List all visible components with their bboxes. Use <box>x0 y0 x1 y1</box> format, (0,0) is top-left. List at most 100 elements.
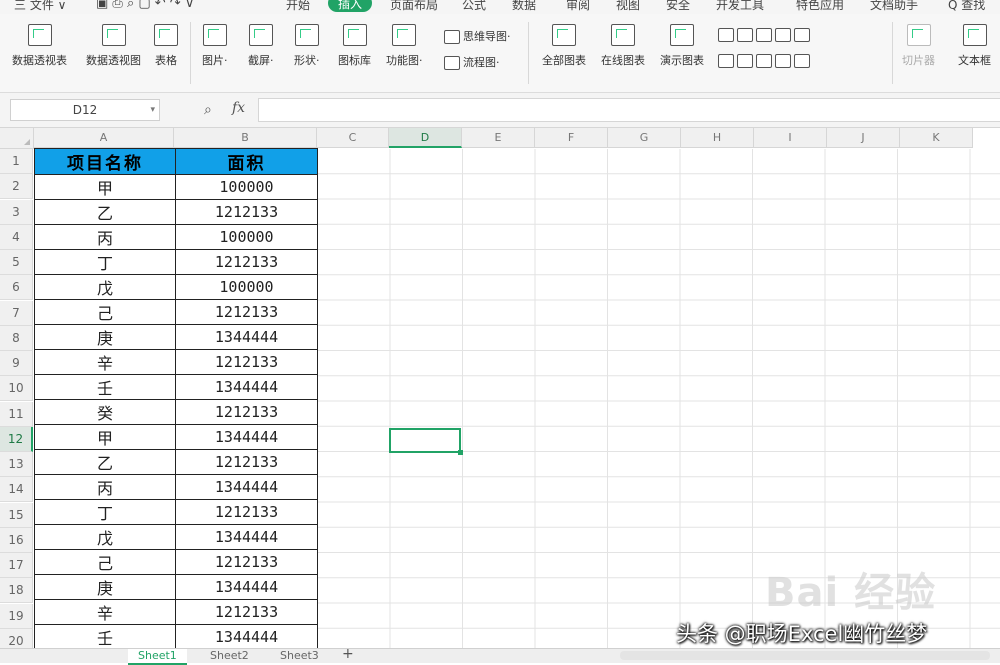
cell-project-name[interactable]: 壬 <box>34 624 176 648</box>
tab-page-layout[interactable]: 页面布局 <box>390 0 438 13</box>
cell-area[interactable]: 1212133 <box>175 399 318 425</box>
screenshot-button[interactable]: 截屏· <box>248 24 274 68</box>
row-header-4[interactable]: 4 <box>0 224 33 250</box>
cell-project-name[interactable]: 辛 <box>34 349 176 375</box>
cell-area[interactable]: 1344444 <box>175 324 318 350</box>
row-header-10[interactable]: 10 <box>0 376 33 402</box>
tab-doc-assistant[interactable]: 文档助手 <box>870 0 918 13</box>
cell-project-name[interactable]: 辛 <box>34 599 176 625</box>
column-header-g[interactable]: G <box>608 128 681 148</box>
cell-project-name[interactable]: 乙 <box>34 449 176 475</box>
column-header-j[interactable]: J <box>827 128 900 148</box>
column-header-i[interactable]: I <box>754 128 827 148</box>
picture-button[interactable]: 图片· <box>202 24 228 68</box>
cell-area[interactable]: 1344444 <box>175 474 318 500</box>
row-header-19[interactable]: 19 <box>0 603 33 629</box>
pivot-table-button[interactable]: 数据透视表 <box>12 24 67 68</box>
tab-data[interactable]: 数据 <box>512 0 536 13</box>
cell-project-name[interactable]: 己 <box>34 549 176 575</box>
cell-area[interactable]: 1344444 <box>175 374 318 400</box>
file-menu[interactable]: 三 文件 ∨ <box>14 0 66 13</box>
cell-area[interactable]: 100000 <box>175 224 318 250</box>
mind-map-button[interactable]: 思维导图· <box>444 28 511 44</box>
row-header-18[interactable]: 18 <box>0 578 33 604</box>
cell-project-name[interactable]: 甲 <box>34 424 176 450</box>
icon-library-button[interactable]: 图标库 <box>338 24 371 68</box>
chart-templates-button[interactable]: 演示图表 <box>660 24 704 68</box>
zoom-icon[interactable]: ⌕ <box>204 102 212 118</box>
tab-view[interactable]: 视图 <box>616 0 640 13</box>
column-header-h[interactable]: H <box>681 128 754 148</box>
cell-area[interactable]: 1212133 <box>175 499 318 525</box>
row-header-5[interactable]: 5 <box>0 250 33 275</box>
add-sheet-button[interactable]: + <box>342 646 354 662</box>
cell-area[interactable]: 1344444 <box>175 424 318 450</box>
cell-area[interactable]: 1212133 <box>175 549 318 575</box>
horizontal-scrollbar[interactable] <box>620 651 990 660</box>
row-header-14[interactable]: 14 <box>0 477 33 503</box>
row-header-11[interactable]: 11 <box>0 401 33 427</box>
row-header-7[interactable]: 7 <box>0 300 33 326</box>
function-icon[interactable]: fx <box>232 100 245 116</box>
cell-project-name[interactable]: 壬 <box>34 374 176 400</box>
header-area[interactable]: 面积 <box>175 148 318 175</box>
row-header-6[interactable]: 6 <box>0 275 33 301</box>
row-header-2[interactable]: 2 <box>0 174 33 200</box>
toolbar-quick-icons[interactable]: ▣ ⎙ ⌕ ▢ ↶ ↷ ∨ <box>96 0 194 11</box>
cell-area[interactable]: 1344444 <box>175 624 318 648</box>
online-charts-button[interactable]: 在线图表 <box>601 24 645 68</box>
cell-area[interactable]: 100000 <box>175 274 318 300</box>
slicer-button[interactable]: 切片器 <box>902 24 935 68</box>
cell-project-name[interactable]: 丁 <box>34 499 176 525</box>
cell-area[interactable]: 1344444 <box>175 524 318 550</box>
cell-project-name[interactable]: 丁 <box>34 249 176 275</box>
column-header-f[interactable]: F <box>535 128 608 148</box>
cell-project-name[interactable]: 丙 <box>34 224 176 250</box>
chevron-down-icon[interactable]: ▾ <box>150 100 155 120</box>
tab-special-apps[interactable]: 特色应用 <box>796 0 844 13</box>
shapes-button[interactable]: 形状· <box>294 24 320 68</box>
header-project-name[interactable]: 项目名称 <box>34 148 176 175</box>
cell-project-name[interactable]: 庚 <box>34 574 176 600</box>
row-header-15[interactable]: 15 <box>0 502 33 528</box>
sheet-tab-1[interactable]: Sheet1 <box>128 649 187 665</box>
sheet-tab-2[interactable]: Sheet2 <box>200 649 259 663</box>
tab-home[interactable]: 开始 <box>286 0 310 13</box>
row-header-16[interactable]: 16 <box>0 527 33 553</box>
row-header-9[interactable]: 9 <box>0 351 33 376</box>
row-header-20[interactable]: 20 <box>0 628 33 648</box>
tab-insert[interactable]: 插入 <box>328 0 372 12</box>
flow-chart-button[interactable]: 流程图· <box>444 54 500 70</box>
row-header-12[interactable]: 12 <box>0 426 33 452</box>
row-header-3[interactable]: 3 <box>0 199 33 225</box>
tab-review[interactable]: 审阅 <box>566 0 590 13</box>
cell-area[interactable]: 1212133 <box>175 449 318 475</box>
chart-type-gallery-row1[interactable] <box>718 28 813 42</box>
cell-project-name[interactable]: 己 <box>34 299 176 325</box>
row-header-17[interactable]: 17 <box>0 553 33 578</box>
tab-developer[interactable]: 开发工具 <box>716 0 764 13</box>
search-button[interactable]: Q 查找 <box>948 0 985 13</box>
textbox-button[interactable]: 文本框 <box>958 24 991 68</box>
cell-project-name[interactable]: 乙 <box>34 199 176 225</box>
column-header-e[interactable]: E <box>462 128 535 148</box>
tab-formulas[interactable]: 公式 <box>462 0 486 13</box>
table-button[interactable]: 表格 <box>154 24 178 68</box>
column-header-k[interactable]: K <box>900 128 973 148</box>
all-charts-button[interactable]: 全部图表 <box>542 24 586 68</box>
cell-area[interactable]: 1212133 <box>175 599 318 625</box>
cell-area[interactable]: 1212133 <box>175 349 318 375</box>
cell-area[interactable]: 1344444 <box>175 574 318 600</box>
chart-type-gallery-row2[interactable] <box>718 54 813 68</box>
select-all-corner[interactable] <box>0 128 34 149</box>
cell-project-name[interactable]: 戊 <box>34 524 176 550</box>
column-header-a[interactable]: A <box>34 128 174 148</box>
cell-project-name[interactable]: 戊 <box>34 274 176 300</box>
pivot-chart-button[interactable]: 数据透视图 <box>86 24 141 68</box>
formula-input[interactable] <box>258 98 1000 122</box>
column-header-b[interactable]: B <box>174 128 317 148</box>
name-box[interactable]: D12 ▾ <box>10 99 160 121</box>
cell-project-name[interactable]: 丙 <box>34 474 176 500</box>
cell-area[interactable]: 1212133 <box>175 299 318 325</box>
row-header-1[interactable]: 1 <box>0 149 33 174</box>
